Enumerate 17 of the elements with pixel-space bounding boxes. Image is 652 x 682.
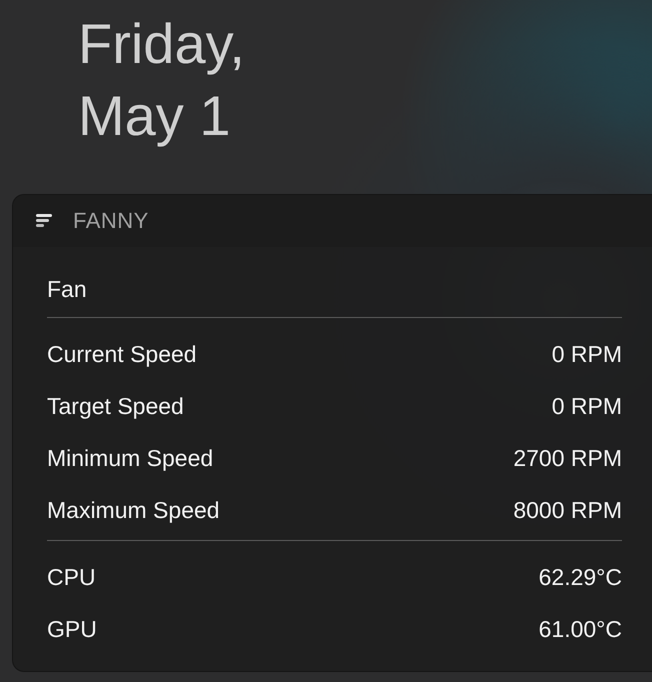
stat-value: 62.29°C [538, 564, 622, 590]
date-text: Friday, [78, 11, 246, 77]
stat-value: 8000 RPM [513, 496, 622, 524]
stat-label: Maximum Speed [47, 496, 220, 524]
date-text: May 1 [78, 83, 232, 149]
stat-label: Minimum Speed [47, 444, 214, 472]
stat-label: Target Speed [47, 392, 184, 420]
stat-value: 2700 RPM [513, 444, 622, 472]
stat-label: Current Speed [47, 340, 197, 368]
stat-value: 61.00°C [538, 616, 622, 642]
section-title: Fan [47, 275, 88, 304]
stat-value: 0 RPM [552, 392, 622, 420]
widget-title: FANNY [73, 208, 149, 234]
app-icon [35, 213, 53, 229]
stat-value: 0 RPM [552, 340, 622, 368]
stat-label: GPU [47, 616, 97, 642]
stat-label: CPU [47, 564, 96, 590]
